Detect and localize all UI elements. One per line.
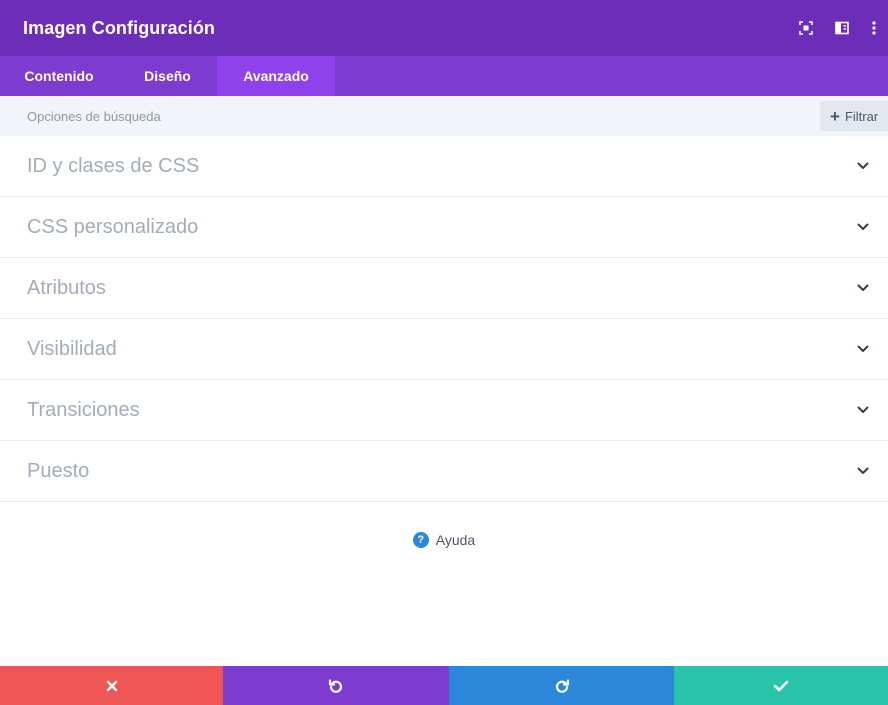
- undo-button[interactable]: [223, 666, 449, 705]
- more-vertical-icon: [872, 21, 876, 35]
- fullscreen-icon: [799, 21, 813, 35]
- section-css-id-classes[interactable]: ID y clases de CSS: [0, 136, 888, 197]
- check-icon: [773, 680, 789, 692]
- help-label: Ayuda: [435, 532, 476, 548]
- redo-icon: [554, 678, 570, 694]
- settings-modal: Imagen Configuración Contenido Diseño Av…: [0, 0, 888, 705]
- discard-button[interactable]: [0, 666, 223, 705]
- chevron-down-icon: [857, 345, 869, 353]
- modal-title: Imagen Configuración: [23, 17, 216, 38]
- chevron-down-icon: [857, 223, 869, 231]
- section-label: Transiciones: [27, 398, 140, 421]
- section-label: Visibilidad: [27, 337, 117, 360]
- tab-diseno[interactable]: Diseño: [118, 56, 217, 96]
- save-button[interactable]: [674, 666, 888, 705]
- filter-button[interactable]: + Filtrar: [820, 101, 888, 131]
- close-icon: [106, 680, 118, 692]
- header-actions: [788, 0, 888, 56]
- settings-sections: ID y clases de CSS CSS personalizado Atr…: [0, 136, 888, 502]
- section-transitions[interactable]: Transiciones: [0, 380, 888, 441]
- section-label: ID y clases de CSS: [27, 154, 200, 177]
- section-position[interactable]: Puesto: [0, 441, 888, 502]
- redo-button[interactable]: [449, 666, 674, 705]
- chevron-down-icon: [857, 467, 869, 475]
- fullscreen-button[interactable]: [788, 0, 824, 56]
- section-custom-css[interactable]: CSS personalizado: [0, 197, 888, 258]
- search-input[interactable]: [27, 101, 627, 131]
- section-visibility[interactable]: Visibilidad: [0, 319, 888, 380]
- plus-icon: +: [830, 106, 840, 126]
- tab-bar: Contenido Diseño Avanzado: [0, 56, 888, 96]
- sidebar-layout-button[interactable]: [824, 0, 860, 56]
- tab-avanzado[interactable]: Avanzado: [217, 56, 335, 96]
- section-label: Atributos: [27, 276, 106, 299]
- section-label: CSS personalizado: [27, 215, 199, 238]
- filter-button-label: Filtrar: [844, 108, 879, 124]
- undo-icon: [328, 678, 344, 694]
- modal-header: Imagen Configuración: [0, 0, 888, 56]
- sidebar-layout-icon: [835, 21, 849, 35]
- chevron-down-icon: [857, 162, 869, 170]
- tab-contenido[interactable]: Contenido: [0, 56, 118, 96]
- help-link[interactable]: ? Ayuda: [412, 532, 476, 548]
- help-area: ? Ayuda: [0, 532, 888, 548]
- chevron-down-icon: [857, 406, 869, 414]
- help-question-icon: ?: [412, 532, 429, 548]
- section-attributes[interactable]: Atributos: [0, 258, 888, 319]
- more-options-button[interactable]: [860, 0, 888, 56]
- search-bar: + Filtrar: [0, 96, 888, 136]
- section-label: Puesto: [27, 459, 90, 482]
- footer-action-bar: [0, 666, 888, 705]
- chevron-down-icon: [857, 284, 869, 292]
